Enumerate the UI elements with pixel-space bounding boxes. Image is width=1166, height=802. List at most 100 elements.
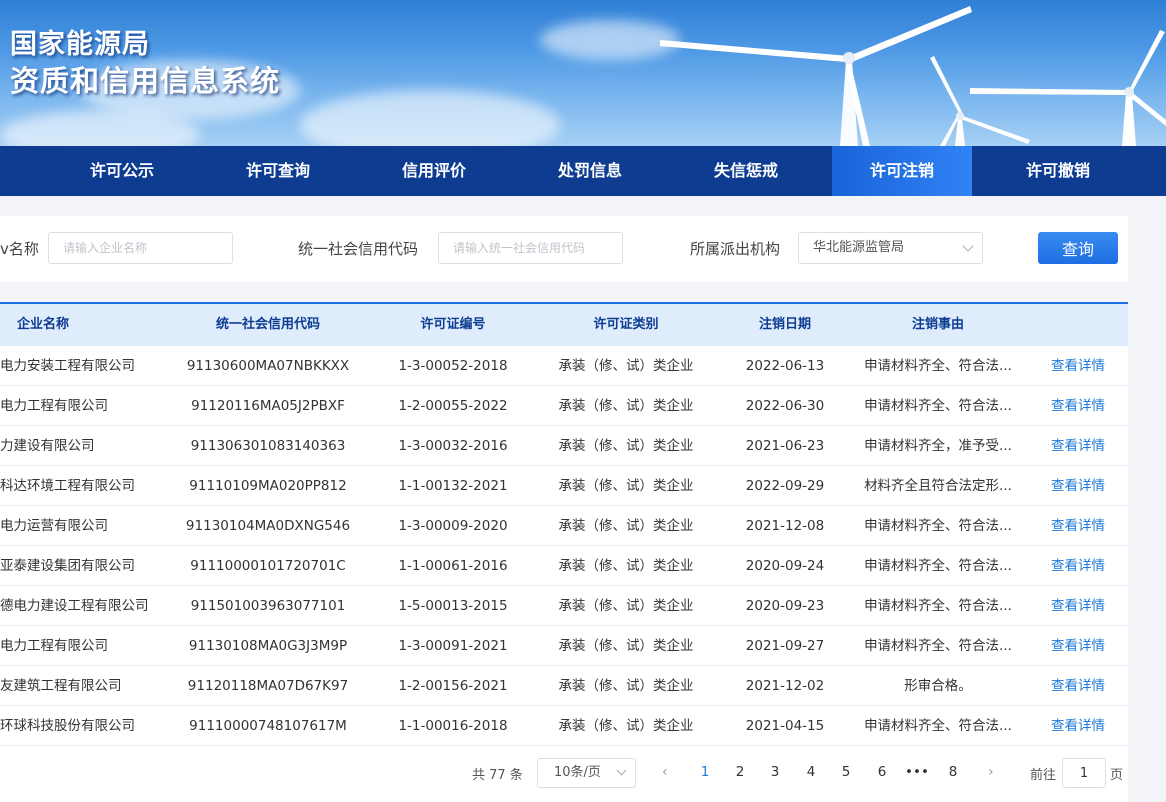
license-number-cell: 1-2-00156-2021: [398, 678, 508, 694]
view-details-link[interactable]: 查看详情: [1030, 346, 1126, 386]
cancel-date-cell: 2021-06-23: [745, 438, 825, 454]
page-number[interactable]: 1: [690, 764, 720, 780]
license-number-cell: 1-1-00061-2016: [398, 558, 508, 574]
table-row: 电力工程有限公司 91120116MA05J2PBXF 1-2-00055-2022…: [0, 386, 1128, 426]
credit-code-cell: 911306301083140363: [190, 438, 346, 454]
cloud-decoration: [300, 90, 560, 146]
goto-page-input[interactable]: [1062, 758, 1106, 788]
credit-code-cell: 91130104MA0DXNG546: [185, 518, 351, 534]
company-name-cell: 环球科技股份有限公司: [0, 718, 135, 734]
table-row: 亚泰建设集团有限公司 91110000101720701C 1-1-00061-20…: [0, 546, 1128, 586]
page-number[interactable]: 4: [796, 764, 826, 780]
cancel-date-cell: 2021-12-08: [745, 518, 825, 534]
license-number-cell: 1-3-00052-2018: [398, 358, 508, 374]
page-number[interactable]: 3: [760, 764, 790, 780]
cancel-reason-cell: 申请材料齐全、符合法...: [864, 598, 1012, 614]
table-row: 电力安装工程有限公司 91130600MA07NBKKXX 1-3-00052-20…: [0, 346, 1128, 386]
search-button[interactable]: 查询: [1038, 232, 1118, 264]
page-number[interactable]: 2: [725, 764, 755, 780]
view-details-link[interactable]: 查看详情: [1030, 706, 1126, 746]
table-row: 电力运营有限公司 91130104MA0DXNG546 1-3-00009-2020…: [0, 506, 1128, 546]
table-row: 科达环境工程有限公司 91110109MA020PP812 1-1-00132-20…: [0, 466, 1128, 506]
page-number[interactable]: 5: [831, 764, 861, 780]
header-cancel-reason: 注销事由: [911, 317, 964, 332]
company-name-cell: 电力安装工程有限公司: [0, 358, 135, 374]
view-details-link[interactable]: 查看详情: [1030, 546, 1126, 586]
nav-item-permit-revocation[interactable]: 许可撤销: [996, 146, 1120, 196]
prev-page-icon[interactable]: ‹: [662, 764, 668, 780]
view-details-link[interactable]: 查看详情: [1030, 426, 1126, 466]
header-banner: 国家能源局 资质和信用信息系统: [0, 0, 1166, 146]
wind-turbine-illustration: [660, 6, 1166, 146]
view-details-link[interactable]: 查看详情: [1030, 386, 1126, 426]
cancel-reason-cell: 申请材料齐全，准予受...: [864, 438, 1012, 454]
nav-item-permit-query[interactable]: 许可查询: [216, 146, 340, 196]
page-size-select[interactable]: 10条/页: [537, 758, 636, 788]
license-number-cell: 1-3-00091-2021: [398, 638, 508, 654]
header-license-number: 许可证编号: [420, 317, 486, 332]
table-row: 友建筑工程有限公司 91120118MA07D67K97 1-2-00156-202…: [0, 666, 1128, 706]
license-number-cell: 1-3-00032-2016: [398, 438, 508, 454]
credit-code-cell: 91120116MA05J2PBXF: [191, 398, 345, 414]
cancellation-table: 企业名称 统一社会信用代码 许可证编号 许可证类别 注销日期 注销事由 电力安装…: [0, 302, 1128, 802]
cancel-date-cell: 2021-04-15: [745, 718, 825, 734]
nav-item-penalty-info[interactable]: 处罚信息: [528, 146, 652, 196]
agency-select-value: 华北能源监管局: [813, 240, 905, 255]
cancel-date-cell: 2020-09-23: [745, 598, 825, 614]
license-type-cell: 承装（修、试）类企业: [558, 438, 694, 454]
license-type-cell: 承装（修、试）类企业: [558, 678, 694, 694]
header-cancel-date: 注销日期: [758, 317, 811, 332]
company-name-cell: 德电力建设工程有限公司: [0, 598, 149, 614]
credit-code-cell: 91120118MA07D67K97: [187, 678, 349, 694]
page-number[interactable]: 8: [938, 764, 968, 780]
credit-code-cell: 91110000748107617M: [189, 718, 347, 734]
company-name-input[interactable]: [48, 232, 233, 264]
company-name-cell: 电力运营有限公司: [0, 518, 108, 534]
license-number-cell: 1-5-00013-2015: [398, 598, 508, 614]
pagination-total: 共 77 条: [472, 768, 523, 783]
page-number[interactable]: 6: [867, 764, 897, 780]
view-details-link[interactable]: 查看详情: [1030, 666, 1126, 706]
license-type-cell: 承装（修、试）类企业: [558, 638, 694, 654]
cancel-reason-cell: 申请材料齐全、符合法...: [864, 638, 1012, 654]
agency-label: 所属派出机构: [690, 240, 781, 258]
nav-item-credit-rating[interactable]: 信用评价: [372, 146, 496, 196]
view-details-link[interactable]: 查看详情: [1030, 466, 1126, 506]
view-details-link[interactable]: 查看详情: [1030, 586, 1126, 626]
cancel-reason-cell: 申请材料齐全、符合法...: [864, 398, 1012, 414]
site-title-line1: 国家能源局: [10, 29, 150, 60]
company-name-cell: 电力工程有限公司: [0, 638, 108, 654]
view-details-link[interactable]: 查看详情: [1030, 626, 1126, 666]
chevron-down-icon: [962, 240, 974, 252]
credit-code-cell: 91110109MA020PP812: [189, 478, 347, 494]
cancel-reason-cell: 申请材料齐全、符合法...: [864, 558, 1012, 574]
license-type-cell: 承装（修、试）类企业: [558, 598, 694, 614]
license-type-cell: 承装（修、试）类企业: [558, 558, 694, 574]
credit-code-cell: 91130600MA07NBKKXX: [186, 358, 350, 374]
company-name-label: v名称: [0, 240, 39, 258]
main-nav: 许可公示 许可查询 信用评价 处罚信息 失信惩戒 许可注销 许可撤销: [0, 146, 1166, 196]
header-license-type: 许可证类别: [593, 317, 659, 332]
goto-prefix: 前往: [1030, 768, 1057, 783]
header-credit-code: 统一社会信用代码: [215, 317, 320, 332]
nav-item-permit-publicity[interactable]: 许可公示: [60, 146, 184, 196]
cancel-reason-cell: 形审合格。: [904, 678, 972, 694]
view-details-link[interactable]: 查看详情: [1030, 506, 1126, 546]
table-header: 企业名称 统一社会信用代码 许可证编号 许可证类别 注销日期 注销事由: [0, 304, 1128, 346]
more-pages-icon[interactable]: •••: [902, 764, 932, 780]
site-title: 国家能源局 资质和信用信息系统: [10, 28, 280, 100]
nav-item-dishonesty-punishment[interactable]: 失信惩戒: [684, 146, 808, 196]
table-row: 环球科技股份有限公司 91110000748107617M 1-1-00016-20…: [0, 706, 1128, 746]
table-row: 力建设有限公司 911306301083140363 1-3-00032-2016 承…: [0, 426, 1128, 466]
page-size-value: 10条/页: [554, 765, 601, 780]
cancel-date-cell: 2020-09-24: [745, 558, 825, 574]
search-panel: v名称 统一社会信用代码 所属派出机构 华北能源监管局 查询: [0, 216, 1128, 282]
license-type-cell: 承装（修、试）类企业: [558, 518, 694, 534]
license-type-cell: 承装（修、试）类企业: [558, 398, 694, 414]
table-row: 德电力建设工程有限公司 911501003963077101 1-5-00013-2…: [0, 586, 1128, 626]
credit-code-input[interactable]: [438, 232, 623, 264]
nav-item-permit-cancellation[interactable]: 许可注销: [832, 146, 972, 196]
cancel-date-cell: 2022-06-30: [745, 398, 825, 414]
agency-select[interactable]: 华北能源监管局: [798, 232, 983, 264]
next-page-icon[interactable]: ›: [988, 764, 994, 780]
